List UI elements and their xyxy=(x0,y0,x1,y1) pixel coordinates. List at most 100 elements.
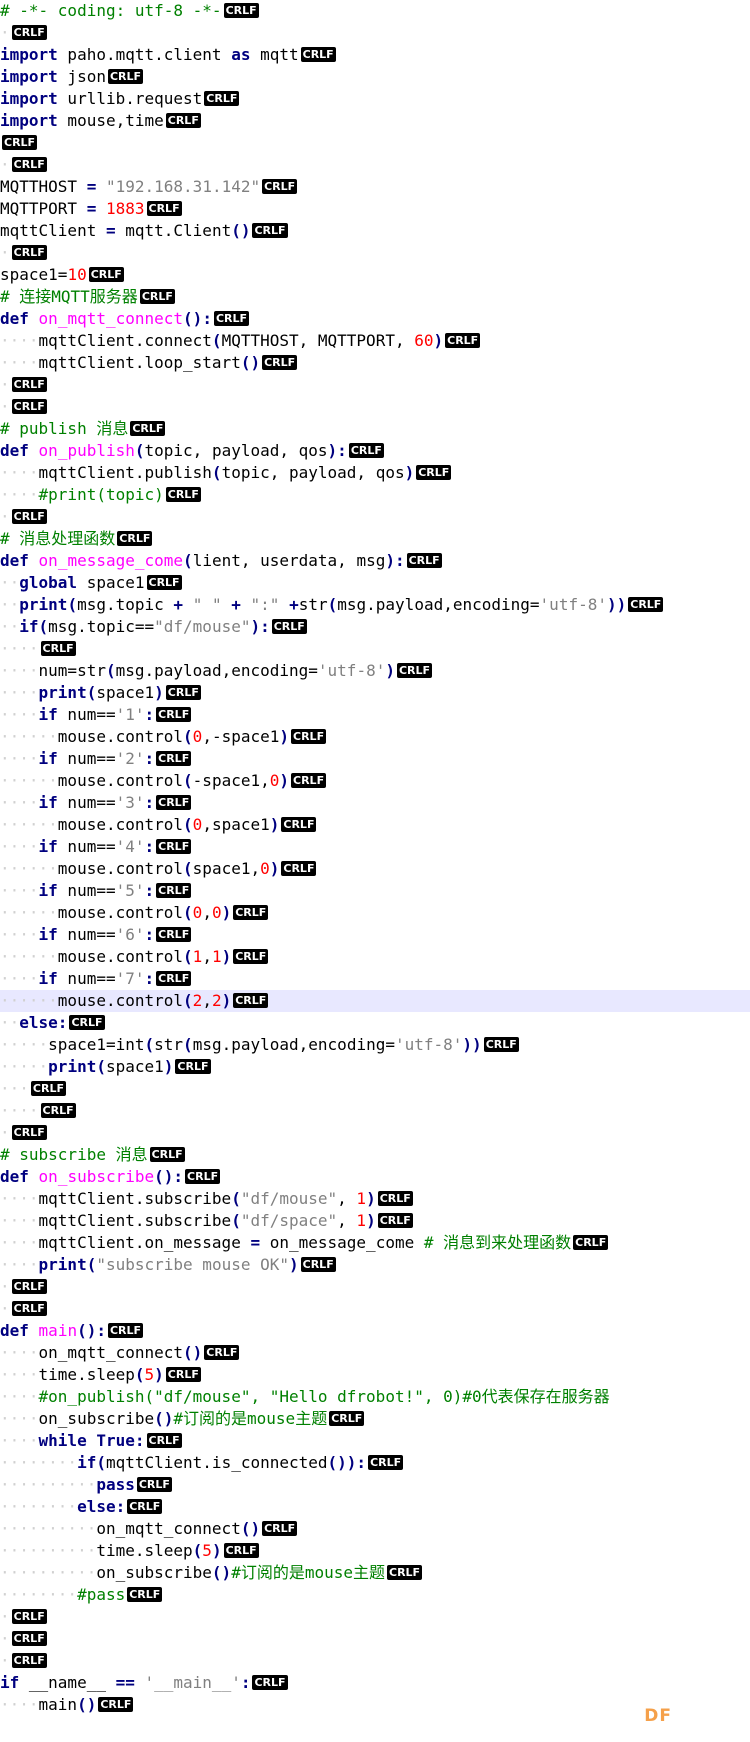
code-line[interactable]: ····if num=='7': CRLF xyxy=(0,968,750,990)
code-line[interactable]: ··if(msg.topic=="df/mouse"): CRLF xyxy=(0,616,750,638)
code-line[interactable]: ··········time.sleep(5) CRLF xyxy=(0,1540,750,1562)
code-line[interactable]: · CRLF xyxy=(0,1606,750,1628)
code-line[interactable]: ····num=str(msg.payload,encoding='utf-8'… xyxy=(0,660,750,682)
code-line[interactable]: · CRLF xyxy=(0,396,750,418)
code-line[interactable]: · CRLF xyxy=(0,1650,750,1672)
code-line[interactable]: ······mouse.control(2,2) CRLF xyxy=(0,990,750,1012)
code-token: #订阅的是mouse主题 xyxy=(231,1563,385,1582)
code-line[interactable]: · CRLF xyxy=(0,242,750,264)
code-line[interactable]: ···· CRLF xyxy=(0,1100,750,1122)
code-line[interactable]: ····time.sleep(5) CRLF xyxy=(0,1364,750,1386)
code-line[interactable]: ········if(mqttClient.is_connected()): CR… xyxy=(0,1452,750,1474)
code-token: '6' xyxy=(115,925,145,944)
code-line[interactable]: · CRLF xyxy=(0,22,750,44)
code-line[interactable]: def on_publish(topic, payload, qos): CRLF xyxy=(0,440,750,462)
code-line[interactable]: ····#on_publish("df/mouse", "Hello dfrob… xyxy=(0,1386,750,1408)
code-line[interactable]: # subscribe 消息 CRLF xyxy=(0,1144,750,1166)
code-line[interactable]: ···· CRLF xyxy=(0,638,750,660)
code-line[interactable]: ····mqttClient.connect(MQTTHOST, MQTTPOR… xyxy=(0,330,750,352)
code-line[interactable]: ····mqttClient.subscribe("df/space", 1) C… xyxy=(0,1210,750,1232)
crlf-marker: CRLF xyxy=(271,619,307,634)
code-line[interactable]: ··global space1 CRLF xyxy=(0,572,750,594)
code-token: 1 xyxy=(192,947,203,966)
code-line[interactable]: ····if num=='2': CRLF xyxy=(0,748,750,770)
code-line[interactable]: if __name__ == '__main__': CRLF xyxy=(0,1672,750,1694)
code-line[interactable]: # 消息处理函数 CRLF xyxy=(0,528,750,550)
code-token: ······ xyxy=(0,815,58,834)
code-line[interactable]: ······mouse.control(0,-space1) CRLF xyxy=(0,726,750,748)
code-line[interactable]: ····mqttClient.loop_start() CRLF xyxy=(0,352,750,374)
code-line[interactable]: ······mouse.control(1,1) CRLF xyxy=(0,946,750,968)
code-line[interactable]: · CRLF xyxy=(0,1122,750,1144)
code-line[interactable]: ··else: CRLF xyxy=(0,1012,750,1034)
code-token: on_message_come xyxy=(38,551,184,570)
code-line[interactable]: ····if num=='6': CRLF xyxy=(0,924,750,946)
code-token: () xyxy=(240,1519,261,1538)
code-token: ···· xyxy=(0,1387,39,1406)
code-token: print xyxy=(19,595,68,614)
code-line[interactable]: ········else: CRLF xyxy=(0,1496,750,1518)
code-line[interactable]: ·····space1=int(str(msg.payload,encoding… xyxy=(0,1034,750,1056)
code-line[interactable]: ····mqttClient.subscribe("df/mouse", 1) C… xyxy=(0,1188,750,1210)
code-line[interactable]: ····on_mqtt_connect() CRLF xyxy=(0,1342,750,1364)
code-line[interactable]: def main(): CRLF xyxy=(0,1320,750,1342)
code-line[interactable]: ······mouse.control(0,0) CRLF xyxy=(0,902,750,924)
code-line[interactable]: · CRLF xyxy=(0,1298,750,1320)
code-line[interactable]: ····print("subscribe mouse OK") CRLF xyxy=(0,1254,750,1276)
code-editor[interactable]: # -*- coding: utf-8 -*- CRLF · CRLF import p… xyxy=(0,0,750,1742)
code-token: ·········· xyxy=(0,1541,97,1560)
code-line[interactable]: MQTTHOST = "192.168.31.142" CRLF xyxy=(0,176,750,198)
code-line[interactable]: import paho.mqtt.client as mqtt CRLF xyxy=(0,44,750,66)
crlf-marker: CRLF xyxy=(204,1345,240,1360)
code-token: space1, xyxy=(192,859,261,878)
code-line[interactable]: ······mouse.control(space1,0) CRLF xyxy=(0,858,750,880)
code-line[interactable]: ······mouse.control(0,space1) CRLF xyxy=(0,814,750,836)
code-line[interactable]: ··print(msg.topic + " " + ":" +str(msg.p… xyxy=(0,594,750,616)
code-token: if xyxy=(38,925,58,944)
code-line[interactable]: ··········on_mqtt_connect() CRLF xyxy=(0,1518,750,1540)
code-line[interactable]: import urllib.request CRLF xyxy=(0,88,750,110)
code-line[interactable]: ····if num=='5': CRLF xyxy=(0,880,750,902)
code-line[interactable]: # 连接MQTT服务器 CRLF xyxy=(0,286,750,308)
code-line[interactable]: ····while True: CRLF xyxy=(0,1430,750,1452)
code-line[interactable]: CRLF xyxy=(0,132,750,154)
code-line[interactable]: def on_mqtt_connect(): CRLF xyxy=(0,308,750,330)
code-line[interactable]: · CRLF xyxy=(0,154,750,176)
code-line[interactable]: ··········pass CRLF xyxy=(0,1474,750,1496)
crlf-marker: CRLF xyxy=(30,1081,66,1096)
code-line[interactable]: · CRLF xyxy=(0,506,750,528)
crlf-marker: CRLF xyxy=(185,1169,221,1184)
code-token: str xyxy=(298,595,328,614)
code-line[interactable]: ····on_subscribe()#订阅的是mouse主题 CRLF xyxy=(0,1408,750,1430)
code-line[interactable]: space1=10 CRLF xyxy=(0,264,750,286)
code-line[interactable]: ····main() CRLF xyxy=(0,1694,750,1716)
code-line[interactable]: ··· CRLF xyxy=(0,1078,750,1100)
code-line[interactable]: ····if num=='3': CRLF xyxy=(0,792,750,814)
code-line[interactable]: ········#pass CRLF xyxy=(0,1584,750,1606)
code-line[interactable]: ··········on_subscribe()#订阅的是mouse主题 CRLF xyxy=(0,1562,750,1584)
crlf-marker: CRLF xyxy=(165,113,201,128)
code-line[interactable]: ····mqttClient.publish(topic, payload, q… xyxy=(0,462,750,484)
code-line[interactable]: import json CRLF xyxy=(0,66,750,88)
code-line[interactable]: ····if num=='1': CRLF xyxy=(0,704,750,726)
code-line[interactable]: import mouse,time CRLF xyxy=(0,110,750,132)
code-line[interactable]: · CRLF xyxy=(0,374,750,396)
code-line[interactable]: # publish 消息 CRLF xyxy=(0,418,750,440)
code-line[interactable]: ····mqttClient.on_message = on_message_c… xyxy=(0,1232,750,1254)
code-line[interactable]: MQTTPORT = 1883 CRLF xyxy=(0,198,750,220)
code-token: ( xyxy=(38,617,49,636)
code-line[interactable]: ······mouse.control(-space1,0) CRLF xyxy=(0,770,750,792)
code-line[interactable]: mqttClient = mqtt.Client() CRLF xyxy=(0,220,750,242)
code-line[interactable]: · CRLF xyxy=(0,1276,750,1298)
code-token: 'utf-8' xyxy=(317,661,386,680)
code-token: ( xyxy=(183,859,193,878)
code-line[interactable]: # -*- coding: utf-8 -*- CRLF xyxy=(0,0,750,22)
code-line[interactable]: ····if num=='4': CRLF xyxy=(0,836,750,858)
code-line[interactable]: def on_message_come(lient, userdata, msg… xyxy=(0,550,750,572)
code-line[interactable]: ····print(space1) CRLF xyxy=(0,682,750,704)
code-line[interactable]: ·····print(space1) CRLF xyxy=(0,1056,750,1078)
code-line[interactable]: def on_subscribe(): CRLF xyxy=(0,1166,750,1188)
code-line[interactable]: ····#print(topic) CRLF xyxy=(0,484,750,506)
code-line[interactable]: · CRLF xyxy=(0,1628,750,1650)
